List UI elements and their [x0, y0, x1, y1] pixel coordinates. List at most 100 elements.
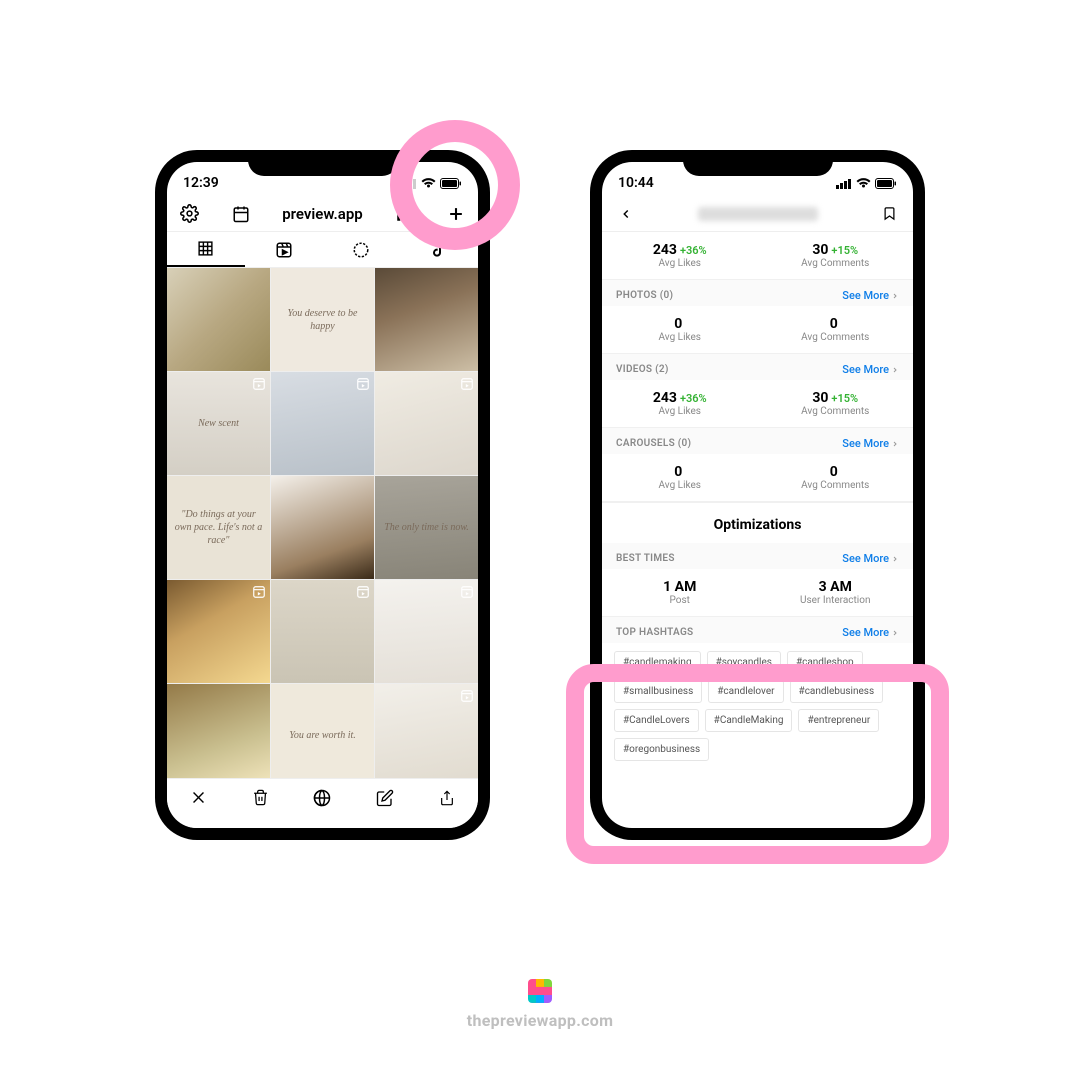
tab-reels[interactable]: [245, 232, 323, 267]
stats-section-head: CAROUSELS (0) See More: [602, 428, 913, 454]
back-icon[interactable]: [616, 204, 636, 224]
hashtag-chip[interactable]: #soycandles: [707, 651, 781, 674]
feed-cell[interactable]: You are worth it.: [271, 684, 374, 787]
top-hashtags-title: TOP HASHTAGS: [616, 627, 693, 638]
signal-icon: [401, 178, 417, 189]
avg-comments-stat: 0Avg Comments: [758, 316, 914, 343]
reel-badge-icon: [460, 584, 474, 598]
avg-likes-stat: 243+36%Avg Likes: [602, 390, 758, 417]
feed-cell[interactable]: [375, 372, 478, 475]
feed-cell[interactable]: [271, 476, 374, 579]
feed-cell[interactable]: You deserve to be happy: [271, 268, 374, 371]
tab-grid[interactable]: [167, 232, 245, 267]
analytics-header: [602, 196, 913, 232]
cell-quote: New scent: [198, 417, 239, 430]
phone-frame-left: 12:39 preview.app You des: [155, 150, 490, 840]
best-times-row: 1 AM Post 3 AM User Interaction: [602, 569, 913, 617]
bottom-toolbar: [167, 778, 478, 828]
avg-likes-stat: 0Avg Likes: [602, 316, 758, 343]
reel-badge-icon: [356, 376, 370, 390]
best-time-post: 1 AM Post: [602, 579, 758, 606]
see-more-link[interactable]: See More: [842, 437, 899, 450]
hashtag-chip[interactable]: #CandleMaking: [705, 709, 793, 732]
phone-frame-right: 10:44 243+36% Avg Likes: [590, 150, 925, 840]
reel-badge-icon: [252, 584, 266, 598]
phone-screen-right: 10:44 243+36% Avg Likes: [602, 162, 913, 828]
feed-cell[interactable]: "Do things at your own pace. Life's not …: [167, 476, 270, 579]
tab-tiktok[interactable]: [400, 232, 478, 267]
cell-quote: The only time is now.: [384, 521, 469, 534]
calendar-icon[interactable]: [231, 204, 251, 224]
reel-badge-icon: [252, 376, 266, 390]
cell-quote: "Do things at your own pace. Life's not …: [173, 508, 264, 547]
optimizations-title: Optimizations: [602, 502, 913, 543]
hashtag-chip[interactable]: #smallbusiness: [614, 680, 702, 703]
feed-cell[interactable]: [167, 684, 270, 787]
see-more-link[interactable]: See More: [842, 626, 899, 639]
content-tabs: [167, 232, 478, 268]
phone-screen-left: 12:39 preview.app You des: [167, 162, 478, 828]
edit-icon[interactable]: [375, 788, 395, 808]
feed-cell[interactable]: [375, 268, 478, 371]
battery-icon: [440, 178, 462, 189]
analytics-body: 243+36% Avg Likes 30+15% Avg Comments PH…: [602, 232, 913, 777]
footer-text: thepreviewapp.com: [0, 1011, 1080, 1030]
phone-notch: [248, 150, 398, 176]
app-header: preview.app: [167, 196, 478, 232]
reel-badge-icon: [460, 688, 474, 702]
stats-row: 0Avg Likes0Avg Comments: [602, 306, 913, 354]
section-title: PHOTOS (0): [616, 290, 673, 301]
hashtag-chip[interactable]: #candlebusiness: [790, 680, 884, 703]
share-icon[interactable]: [437, 788, 457, 808]
bookmark-icon[interactable]: [879, 204, 899, 224]
see-more-link[interactable]: See More: [842, 363, 899, 376]
trash-icon[interactable]: [250, 788, 270, 808]
feed-grid: You deserve to be happy New scent "Do thin…: [167, 268, 478, 787]
home-indicator: [703, 830, 813, 834]
phone-notch: [683, 150, 833, 176]
tab-stories[interactable]: [323, 232, 401, 267]
hashtag-chip[interactable]: #entrepreneur: [798, 709, 879, 732]
hashtag-chip[interactable]: #candlemaking: [614, 651, 701, 674]
header-title: preview.app: [282, 205, 363, 223]
close-icon[interactable]: [188, 788, 208, 808]
avg-comments-stat: 30+15%Avg Comments: [758, 390, 914, 417]
feed-cell[interactable]: The only time is now.: [375, 476, 478, 579]
analytics-icon[interactable]: [394, 204, 414, 224]
reel-badge-icon: [460, 376, 474, 390]
hashtag-chip[interactable]: #oregonbusiness: [614, 738, 709, 761]
top-hashtags-section-head: TOP HASHTAGS See More: [602, 617, 913, 643]
stats-section-head: VIDEOS (2)See More: [602, 354, 913, 380]
top-stats-row: 243+36% Avg Likes 30+15% Avg Comments: [602, 232, 913, 280]
see-more-link[interactable]: See More: [842, 289, 899, 302]
feed-cell[interactable]: [271, 372, 374, 475]
signal-icon: [836, 178, 852, 189]
footer: thepreviewapp.com: [0, 979, 1080, 1030]
hashtag-chip[interactable]: #candlelover: [708, 680, 783, 703]
best-times-section-head: BEST TIMES See More: [602, 543, 913, 569]
feed-cell[interactable]: New scent: [167, 372, 270, 475]
stats-row: 243+36%Avg Likes30+15%Avg Comments: [602, 380, 913, 428]
feed-cell[interactable]: [167, 268, 270, 371]
settings-icon[interactable]: [179, 204, 199, 224]
feed-cell[interactable]: [167, 580, 270, 683]
add-icon[interactable]: [446, 204, 466, 224]
avg-comments-stat: 0Avg Comments: [758, 464, 914, 491]
account-name-blurred: [698, 207, 818, 221]
wifi-icon: [421, 178, 436, 189]
status-time: 10:44: [618, 175, 654, 191]
see-more-link[interactable]: See More: [842, 552, 899, 565]
hashtag-chip[interactable]: #CandleLovers: [614, 709, 699, 732]
feed-cell[interactable]: [375, 580, 478, 683]
section-title: CAROUSELS (0): [616, 438, 691, 449]
status-time: 12:39: [183, 175, 219, 191]
reel-badge-icon: [356, 584, 370, 598]
avg-likes-stat: 0Avg Likes: [602, 464, 758, 491]
avg-comments-stat: 30+15% Avg Comments: [758, 242, 914, 269]
best-time-interaction: 3 AM User Interaction: [758, 579, 914, 606]
feed-cell[interactable]: [375, 684, 478, 787]
hashtags-list: #candlemaking #soycandles #candleshop #smal…: [602, 643, 913, 777]
filter-icon[interactable]: [312, 788, 332, 808]
feed-cell[interactable]: [271, 580, 374, 683]
hashtag-chip[interactable]: #candleshop: [787, 651, 863, 674]
